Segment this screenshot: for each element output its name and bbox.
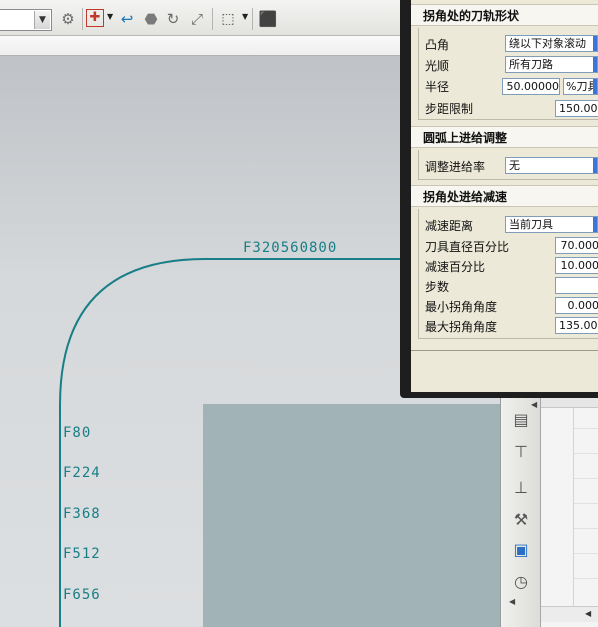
table-row[interactable] [574, 553, 598, 554]
feed-label: F224 [63, 465, 101, 481]
tab-strip [0, 36, 410, 56]
cutting-params-dialog: 拐角处的刀轨形状 凸角 绕以下对象滚动 光顺 所有刀路 半径 50.00000 … [400, 0, 598, 398]
min-corner-angle-label: 最小拐角角度 [425, 300, 498, 314]
rotate-icon[interactable]: ↻ [163, 9, 183, 29]
section-arc-feed-header[interactable]: 圆弧上进给调整 [411, 126, 598, 148]
table-row[interactable] [574, 503, 598, 504]
tool-icon[interactable]: ⊤ [509, 440, 533, 464]
report-icon[interactable]: ▣ [509, 538, 533, 562]
filter-combo[interactable]: ▼ [0, 9, 52, 31]
slowdown-distance-label: 减速距离 [425, 219, 474, 233]
section-corner-slowdown-header[interactable]: 拐角处进给减速 [411, 185, 598, 207]
convex-corner-select[interactable]: 绕以下对象滚动 [505, 35, 598, 52]
undo-arrow-icon[interactable]: ↩ [117, 9, 137, 29]
dialog-button-area [411, 350, 598, 392]
part-body [203, 404, 500, 627]
table-row[interactable] [574, 453, 598, 454]
slowdown-percent-label: 减速百分比 [425, 260, 486, 274]
shade-icon[interactable]: ⬣ [141, 9, 161, 29]
select-box-icon[interactable]: ⬚ [218, 9, 238, 29]
adjust-feed-label: 调整进给率 [425, 160, 486, 174]
section-corner-shape-header[interactable]: 拐角处的刀轨形状 [411, 4, 598, 26]
tool-diameter-percent-label: 刀具直径百分比 [425, 240, 510, 254]
chevron-down-icon[interactable]: ▼ [242, 12, 248, 21]
chevron-left-icon[interactable]: ◀ [509, 597, 515, 606]
feed-label-top: F320560800 [243, 240, 338, 256]
toolbar-separator [212, 8, 213, 30]
toolbar-separator [252, 8, 253, 30]
radius-label: 半径 [425, 80, 450, 94]
geometry-icon[interactable]: ⊥ [509, 476, 533, 500]
min-corner-angle-input[interactable]: 0.000 [555, 297, 598, 314]
radius-unit-select[interactable]: %刀具 [563, 78, 598, 95]
chevron-down-icon[interactable]: ▼ [34, 11, 50, 29]
horizontal-scrollbar[interactable]: ◀ [541, 606, 598, 622]
radius-input[interactable]: 50.00000 [502, 78, 560, 95]
convex-corner-label: 凸角 [425, 38, 450, 52]
smoothing-select[interactable]: 所有刀路 [505, 56, 598, 73]
feed-label: F80 [63, 425, 92, 441]
resource-bar: ◀ ▤ ⊤ ⊥ ⚒ ▣ ◷ ◀ [500, 398, 540, 627]
view-cube-icon[interactable]: ⬛ [258, 9, 278, 29]
main-toolbar: ▼ ⚙ ✚ ▼ ↩ ⬣ ↻ ⤢ ⬚ ▼ ⬛ [0, 0, 410, 36]
time-icon[interactable]: ◷ [509, 570, 533, 594]
feed-label: F656 [63, 587, 101, 603]
slowdown-distance-select[interactable]: 当前刀具 [505, 216, 598, 233]
chevron-down-icon[interactable]: ▼ [107, 12, 113, 21]
method-icon[interactable]: ⚒ [509, 508, 533, 532]
step-count-label: 步数 [425, 280, 450, 294]
table-row[interactable] [574, 578, 598, 579]
layer-icon[interactable]: ⚙ [58, 9, 78, 29]
table-row[interactable] [574, 528, 598, 529]
max-corner-angle-input[interactable]: 135.000 [555, 317, 598, 334]
navigator-panel: ◀ [540, 398, 598, 627]
chevron-left-icon[interactable]: ◀ [585, 609, 591, 618]
step-limit-label: 步距限制 [425, 102, 474, 116]
max-corner-angle-label: 最大拐角角度 [425, 320, 498, 334]
snap-icon[interactable]: ✚ [86, 9, 104, 27]
pan-icon[interactable]: ⤢ [187, 9, 207, 29]
slowdown-percent-input[interactable]: 10.000 [555, 257, 598, 274]
table-row[interactable] [574, 478, 598, 479]
toolbar-separator [82, 8, 83, 30]
tool-diameter-percent-input[interactable]: 70.000 [555, 237, 598, 254]
adjust-feed-select[interactable]: 无 [505, 157, 598, 174]
step-count-input[interactable] [555, 277, 598, 294]
feed-label: F368 [63, 506, 101, 522]
navigator-header [541, 398, 598, 408]
smoothing-label: 光顺 [425, 59, 450, 73]
step-limit-input[interactable]: 150.000 [555, 100, 598, 117]
feed-label: F512 [63, 546, 101, 562]
table-row[interactable] [574, 428, 598, 429]
operation-nav-icon[interactable]: ▤ [509, 408, 533, 432]
